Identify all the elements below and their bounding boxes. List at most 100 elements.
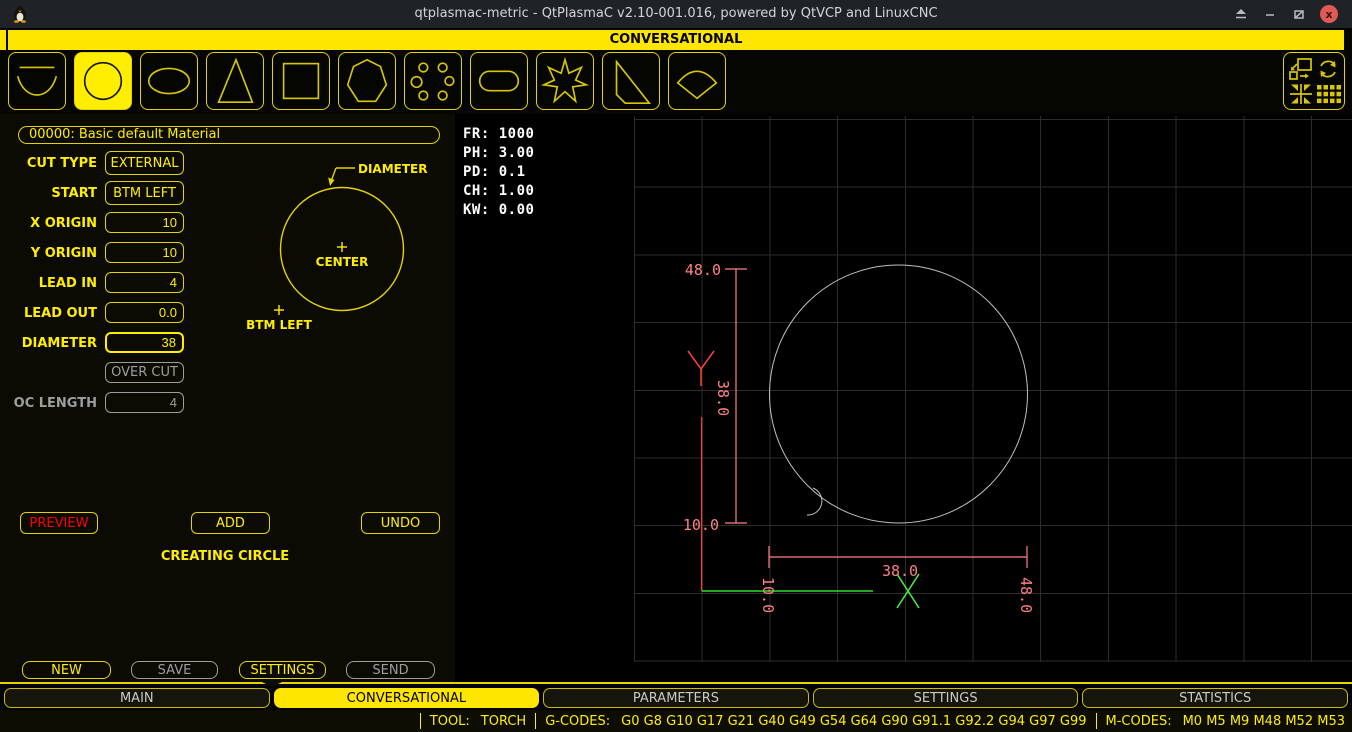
y-origin-label: Y ORIGIN bbox=[0, 246, 97, 261]
diameter-input[interactable] bbox=[105, 332, 184, 353]
dim-h-left-label: 10.0 bbox=[759, 577, 777, 613]
x-origin-input[interactable] bbox=[105, 212, 184, 233]
start-label: START bbox=[0, 186, 97, 201]
lead-out-input[interactable] bbox=[105, 302, 184, 323]
window-title: qtplasmac-metric - QtPlasmaC v2.10-001.0… bbox=[0, 0, 1352, 28]
tab-parameters[interactable]: PARAMETERS bbox=[543, 688, 809, 708]
tab-main[interactable]: MAIN bbox=[4, 688, 270, 708]
rotate-icon bbox=[1315, 57, 1341, 81]
tool-value: TORCH bbox=[481, 714, 526, 729]
mirror-icon bbox=[1288, 82, 1314, 106]
oc-length-label: OC LENGTH bbox=[0, 396, 97, 411]
material-select[interactable]: 00000: Basic default Material bbox=[18, 126, 440, 144]
scale-icon bbox=[1288, 57, 1314, 81]
lead-in-input[interactable] bbox=[105, 272, 184, 293]
dim-v-bottom-label: 10.0 bbox=[683, 516, 719, 534]
shape-utilities-group bbox=[1283, 52, 1345, 110]
diagram-center-label: CENTER bbox=[316, 255, 369, 269]
shape-slot-button[interactable] bbox=[470, 52, 528, 110]
mirror-button[interactable] bbox=[1287, 81, 1314, 106]
y-origin-input[interactable] bbox=[105, 242, 184, 263]
shape-sector-button[interactable] bbox=[668, 52, 726, 110]
undo-button[interactable]: UNDO bbox=[361, 512, 440, 534]
shape-gusset-button[interactable] bbox=[602, 52, 660, 110]
circle-help-diagram: DIAMETER CENTER BTM LEFT bbox=[240, 155, 445, 345]
rectangle-icon bbox=[273, 52, 329, 110]
main-tab-bar: MAIN CONVERSATIONAL PARAMETERS SETTINGS … bbox=[0, 686, 1352, 710]
bolt-circle-icon bbox=[405, 52, 461, 110]
title-bar: qtplasmac-metric - QtPlasmaC v2.10-001.0… bbox=[0, 0, 1352, 28]
minimize-button[interactable] bbox=[1261, 6, 1279, 22]
shape-star-button[interactable] bbox=[536, 52, 594, 110]
triangle-icon bbox=[207, 52, 263, 110]
mcodes-label: M-CODES: bbox=[1106, 714, 1172, 729]
btm-left-cross-icon bbox=[274, 305, 284, 315]
lead-out-label: LEAD OUT bbox=[0, 306, 97, 321]
line-arc-icon bbox=[9, 52, 65, 110]
array-button[interactable] bbox=[1314, 81, 1341, 106]
x-origin-label: X ORIGIN bbox=[0, 216, 97, 231]
close-button[interactable]: x bbox=[1320, 5, 1338, 23]
shape-circle-button[interactable] bbox=[74, 52, 132, 110]
tab-statistics[interactable]: STATISTICS bbox=[1082, 688, 1348, 708]
shape-polygon-button[interactable] bbox=[338, 52, 396, 110]
status-divider bbox=[420, 713, 421, 729]
start-position-button[interactable]: BTM LEFT bbox=[105, 181, 184, 205]
star-icon bbox=[537, 52, 593, 110]
shade-window-button[interactable] bbox=[1232, 6, 1250, 22]
dim-h-width-label: 38.0 bbox=[882, 562, 918, 580]
circle-icon bbox=[75, 52, 131, 110]
tab-settings[interactable]: SETTINGS bbox=[813, 688, 1079, 708]
array-icon bbox=[1315, 82, 1341, 106]
settings-button[interactable]: SETTINGS bbox=[239, 661, 326, 679]
ellipse-icon bbox=[141, 52, 197, 110]
dim-h-right-label: 48.0 bbox=[1017, 577, 1035, 613]
diameter-arrowhead bbox=[328, 178, 334, 187]
tool-label: TOOL: bbox=[430, 714, 470, 729]
new-button[interactable]: NEW bbox=[22, 661, 111, 679]
status-divider bbox=[1096, 713, 1097, 729]
gcodes-label: G-CODES: bbox=[545, 714, 610, 729]
scale-button[interactable] bbox=[1287, 56, 1314, 81]
shape-bolt-circle-button[interactable] bbox=[404, 52, 462, 110]
banner-edge-decoration bbox=[0, 30, 6, 50]
diameter-label: DIAMETER bbox=[0, 336, 97, 351]
polygon-icon bbox=[339, 52, 395, 110]
lead-in-label: LEAD IN bbox=[0, 276, 97, 291]
oc-length-input[interactable] bbox=[105, 392, 184, 413]
conversational-banner: CONVERSATIONAL bbox=[8, 30, 1344, 50]
shape-toolbar bbox=[8, 52, 726, 110]
center-cross-icon bbox=[337, 242, 347, 252]
tab-conversational[interactable]: CONVERSATIONAL bbox=[274, 688, 540, 708]
save-button[interactable]: SAVE bbox=[131, 661, 218, 679]
add-button[interactable]: ADD bbox=[191, 512, 270, 534]
creating-status-text: CREATING CIRCLE bbox=[0, 549, 450, 564]
diagram-diameter-label: DIAMETER bbox=[358, 162, 427, 176]
preview-canvas: 48.0 10.0 38.0 38.0 10.0 48.0 bbox=[455, 114, 1352, 682]
mcodes-value: M0 M5 M9 M48 M52 M53 bbox=[1183, 714, 1345, 729]
y-axis-marker bbox=[688, 351, 714, 386]
slot-icon bbox=[471, 52, 527, 110]
shape-triangle-button[interactable] bbox=[206, 52, 264, 110]
panel-separator-line bbox=[0, 682, 1352, 684]
send-button[interactable]: SEND bbox=[346, 661, 435, 679]
conversational-panel: 00000: Basic default Material CUT TYPE E… bbox=[0, 114, 455, 682]
dim-v-side-label: 38.0 bbox=[714, 380, 732, 416]
preview-button[interactable]: PREVIEW bbox=[20, 512, 98, 534]
status-bar: TOOL: TORCH G-CODES: G0 G8 G10 G17 G21 G… bbox=[0, 710, 1352, 732]
application-window: qtplasmac-metric - QtPlasmaC v2.10-001.0… bbox=[0, 0, 1352, 732]
restore-button[interactable] bbox=[1290, 6, 1308, 22]
status-readout: TOOL: TORCH G-CODES: G0 G8 G10 G17 G21 G… bbox=[420, 710, 1345, 732]
shape-rectangle-button[interactable] bbox=[272, 52, 330, 110]
shape-ellipse-button[interactable] bbox=[140, 52, 198, 110]
rotate-button[interactable] bbox=[1314, 56, 1341, 81]
shape-line-button[interactable] bbox=[8, 52, 66, 110]
gcodes-value: G0 G8 G10 G17 G21 G40 G49 G54 G64 G90 G9… bbox=[621, 714, 1086, 729]
gcode-preview-plot[interactable]: FR: 1000 PH: 3.00 PD: 0.1 CH: 1.00 KW: 0… bbox=[455, 114, 1352, 682]
cut-path-circle bbox=[770, 265, 1028, 523]
over-cut-button[interactable]: OVER CUT bbox=[105, 362, 184, 383]
dim-v-top-label: 48.0 bbox=[685, 261, 721, 279]
cut-type-button[interactable]: EXTERNAL bbox=[105, 151, 184, 175]
close-icon: x bbox=[1325, 8, 1332, 21]
diameter-leader-line bbox=[330, 168, 355, 184]
